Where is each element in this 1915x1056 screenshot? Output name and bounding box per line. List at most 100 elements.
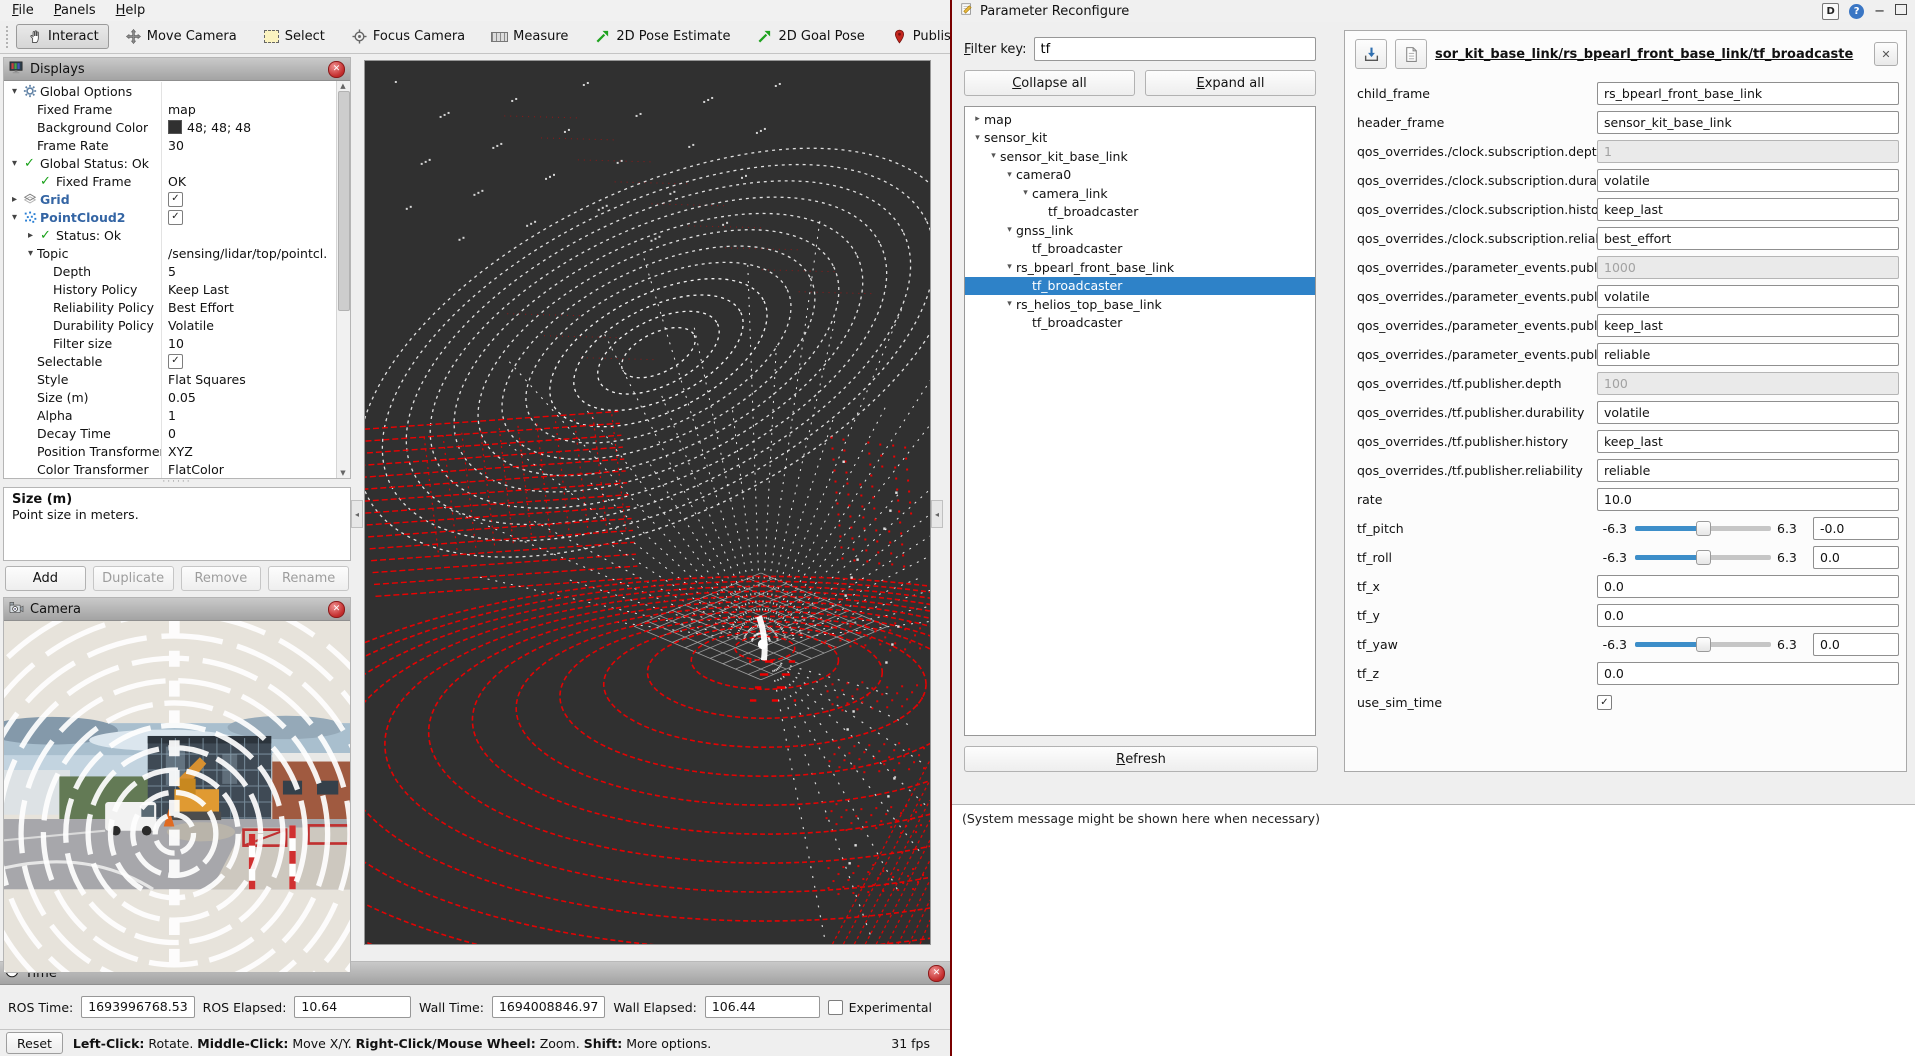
node-tree-item[interactable]: ▾camera0 [965,166,1315,185]
property-checkbox[interactable]: ✓ [168,210,183,225]
parameter-input[interactable]: 0.0 [1597,604,1899,627]
minimize-button[interactable]: − [1874,4,1885,19]
tool-move-camera[interactable]: Move Camera [115,24,247,49]
expander-icon[interactable]: ▸ [24,230,37,241]
displays-tree-row[interactable]: Filter size10 [4,334,336,352]
slider-value-input[interactable]: 0.0 [1813,633,1899,656]
expander-icon[interactable]: ▾ [8,86,21,97]
slider-handle[interactable] [1696,550,1711,565]
expander-icon[interactable]: ▸ [8,194,21,205]
tool-measure[interactable]: Measure [481,24,578,49]
property-checkbox[interactable]: ✓ [168,192,183,207]
parameter-input[interactable]: volatile [1597,285,1899,308]
node-tree-item[interactable]: tf_broadcaster [965,277,1315,296]
parameter-input[interactable]: volatile [1597,401,1899,424]
expander-icon[interactable]: ▾ [8,212,21,223]
property-value[interactable]: Volatile [168,318,214,333]
tool-interact[interactable]: Interact [16,24,109,49]
expander-icon[interactable]: ▾ [8,158,21,169]
node-tree-item[interactable]: ▾sensor_kit [965,129,1315,148]
add-button[interactable]: Add [5,566,86,591]
parameter-slider[interactable] [1635,526,1771,531]
displays-close-button[interactable]: ✕ [328,60,345,78]
property-value[interactable]: 1 [168,408,176,423]
property-value[interactable]: Best Effort [168,300,234,315]
expander-icon[interactable]: ▾ [24,248,37,259]
splitter-handle[interactable]: ······ [3,479,351,487]
displays-tree-row[interactable]: Reliability PolicyBest Effort [4,298,336,316]
menu-item-help[interactable]: Help [116,3,146,18]
property-value[interactable]: FlatColor [168,462,224,477]
property-value[interactable]: XYZ [168,444,193,459]
displays-tree-row[interactable]: ▾Topic/sensing/lidar/top/pointcl. [4,244,336,262]
displays-tree-row[interactable]: Background Color48; 48; 48 [4,118,336,136]
save-params-button[interactable] [1355,39,1387,69]
parameter-input[interactable]: keep_last [1597,198,1899,221]
expander-icon[interactable]: ▾ [971,133,984,143]
parameter-checkbox[interactable]: ✓ [1597,695,1612,710]
scroll-down-icon[interactable]: ▼ [337,469,349,477]
displays-tree-row[interactable]: Size (m)0.05 [4,388,336,406]
displays-scrollbar[interactable]: ▲ ▼ [336,81,350,478]
property-value[interactable]: 0.05 [168,390,196,405]
node-tree-item[interactable]: tf_broadcaster [965,203,1315,222]
time-field-value[interactable]: 1694008846.97 [492,996,605,1018]
scrollbar-thumb[interactable] [338,91,350,311]
filter-key-input[interactable] [1034,37,1316,61]
parameter-input[interactable]: sensor_kit_base_link [1597,111,1899,134]
displays-tree-row[interactable]: Durability PolicyVolatile [4,316,336,334]
letter-d-button[interactable]: D [1822,3,1839,20]
parameter-input[interactable]: keep_last [1597,314,1899,337]
displays-tree-row[interactable]: Decay Time0 [4,424,336,442]
scroll-up-icon[interactable]: ▲ [337,82,349,90]
node-tree-item[interactable]: ▾rs_helios_top_base_link [965,295,1315,314]
slider-handle[interactable] [1696,637,1711,652]
displays-tree-row[interactable]: ▸Grid✓ [4,190,336,208]
parameter-input[interactable]: 10.0 [1597,488,1899,511]
time-field-value[interactable]: 10.64 [294,996,411,1018]
node-tree-item[interactable]: tf_broadcaster [965,240,1315,259]
expander-icon[interactable]: ▸ [971,114,984,124]
expander-icon[interactable]: ▾ [1019,188,1032,198]
property-value[interactable]: 48; 48; 48 [187,120,251,135]
expander-icon[interactable]: ▾ [1003,299,1016,309]
property-value[interactable]: Flat Squares [168,372,246,387]
help-button[interactable]: ? [1849,3,1864,19]
parameter-input[interactable]: reliable [1597,459,1899,482]
camera-close-button[interactable]: ✕ [328,600,345,618]
card-close-button[interactable]: ✕ [1874,42,1898,66]
time-field-value[interactable]: 1693996768.53 [81,996,194,1018]
parameter-input[interactable]: rs_bpearl_front_base_link [1597,82,1899,105]
parameter-input[interactable]: best_effort [1597,227,1899,250]
parameter-input[interactable]: keep_last [1597,430,1899,453]
tool-select[interactable]: Select [253,24,335,49]
node-tree-item[interactable]: ▸map [965,110,1315,129]
refresh-button[interactable]: Refresh [964,746,1318,772]
parameter-input[interactable]: 0.0 [1597,575,1899,598]
expander-icon[interactable]: ▾ [1003,262,1016,272]
property-value[interactable]: 5 [168,264,176,279]
property-value[interactable]: 10 [168,336,184,351]
time-close-button[interactable]: ✕ [928,964,945,982]
toolbar-grip[interactable] [6,26,8,48]
node-tree-item[interactable]: ▾gnss_link [965,221,1315,240]
menu-item-panels[interactable]: Panels [54,3,96,18]
property-value[interactable]: 30 [168,138,184,153]
slider-value-input[interactable]: -0.0 [1813,517,1899,540]
time-field-value[interactable]: 106.44 [705,996,820,1018]
displays-tree-row[interactable]: Selectable✓ [4,352,336,370]
displays-tree-row[interactable]: Depth5 [4,262,336,280]
slider-value-input[interactable]: 0.0 [1813,546,1899,569]
load-params-button[interactable] [1395,39,1427,69]
parameter-input[interactable]: reliable [1597,343,1899,366]
parameter-slider[interactable] [1635,642,1771,647]
displays-tree-row[interactable]: ▾Global Options [4,82,336,100]
node-tree-item[interactable]: ▾camera_link [965,184,1315,203]
maximize-button[interactable] [1895,4,1907,19]
displays-tree-row[interactable]: ▾PointCloud2✓ [4,208,336,226]
property-value[interactable]: OK [168,174,186,189]
displays-tree-row[interactable]: Fixed Framemap [4,100,336,118]
parameter-input[interactable]: volatile [1597,169,1899,192]
displays-tree-row[interactable]: ✓Fixed FrameOK [4,172,336,190]
displays-tree-row[interactable]: Frame Rate30 [4,136,336,154]
